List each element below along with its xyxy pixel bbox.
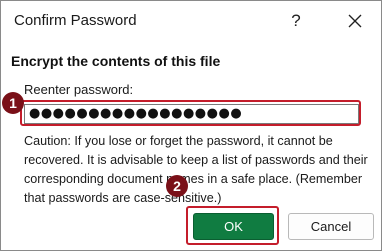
close-button[interactable] bbox=[344, 10, 366, 32]
title-bar: Confirm Password ? bbox=[1, 1, 381, 41]
ok-button-highlight bbox=[186, 206, 279, 245]
dialog-heading: Encrypt the contents of this file bbox=[11, 53, 221, 69]
close-icon bbox=[348, 14, 362, 28]
password-input-highlight bbox=[20, 100, 361, 126]
step-2-badge: 2 bbox=[166, 175, 188, 197]
step-1-badge: 1 bbox=[2, 92, 24, 114]
cancel-button[interactable]: Cancel bbox=[288, 213, 374, 240]
dialog-title: Confirm Password bbox=[14, 12, 137, 29]
reenter-password-label: Reenter password: bbox=[24, 82, 134, 97]
help-button[interactable]: ? bbox=[285, 10, 307, 32]
caution-text: Caution: If you lose or forget the passw… bbox=[24, 134, 368, 205]
